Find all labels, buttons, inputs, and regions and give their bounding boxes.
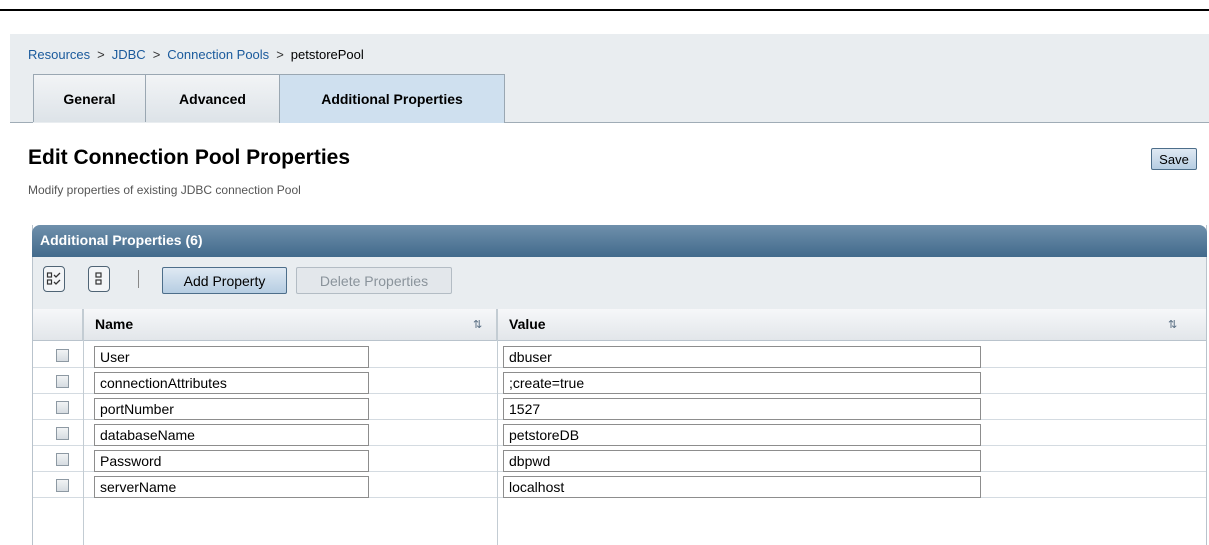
property-value-input[interactable] [503,424,981,446]
row-select-checkbox[interactable] [56,453,69,466]
add-property-button[interactable]: Add Property [162,267,287,294]
column-header-value[interactable]: Value [497,309,1206,341]
property-name-input[interactable] [94,346,369,368]
tab-general[interactable]: General [33,74,146,122]
row-select-checkbox[interactable] [56,479,69,492]
column-divider [497,309,498,545]
breadcrumb-separator: > [152,47,161,62]
property-value-input[interactable] [503,398,981,420]
column-header-name[interactable]: Name [83,309,497,341]
property-name-input[interactable] [94,372,369,394]
column-divider [83,309,84,545]
row-select-checkbox[interactable] [56,427,69,440]
property-value-input[interactable] [503,372,981,394]
property-value-input[interactable] [503,476,981,498]
property-value-input[interactable] [503,346,981,368]
tab-bar-underline [10,122,33,123]
tab-additional-properties[interactable]: Additional Properties [279,74,505,123]
tab-advanced[interactable]: Advanced [145,74,280,122]
property-name-input[interactable] [94,450,369,472]
toolbar-separator [138,270,139,288]
breadcrumb: Resources > JDBC > Connection Pools > petstore… [28,47,364,62]
top-divider [0,9,1209,11]
delete-properties-button: Delete Properties [296,267,452,294]
breadcrumb-resources[interactable]: Resources [28,47,90,62]
property-name-input[interactable] [94,476,369,498]
breadcrumb-connection-pools[interactable]: Connection Pools [167,47,269,62]
property-name-input[interactable] [94,398,369,420]
breadcrumb-separator: > [97,47,105,62]
page-title: Edit Connection Pool Properties [28,146,351,169]
deselect-all-icon[interactable] [88,266,110,292]
breadcrumb-current: petstorePool [290,47,364,62]
sort-value-icon[interactable]: ⇅ [1168,318,1177,331]
property-value-input[interactable] [503,450,981,472]
select-all-icon[interactable] [43,266,65,292]
property-name-input[interactable] [94,424,369,446]
breadcrumb-separator: > [276,47,284,62]
breadcrumb-jdbc[interactable]: JDBC [112,47,146,62]
row-select-checkbox[interactable] [56,401,69,414]
page-description: Modify properties of existing JDBC conne… [28,183,301,197]
row-select-checkbox[interactable] [56,375,69,388]
sort-name-icon[interactable]: ⇅ [473,318,482,331]
save-button[interactable]: Save [1151,148,1197,170]
tab-bar-underline [505,122,1209,123]
row-select-checkbox[interactable] [56,349,69,362]
select-column-header [33,309,83,341]
table-title: Additional Properties (6) [32,225,1207,257]
